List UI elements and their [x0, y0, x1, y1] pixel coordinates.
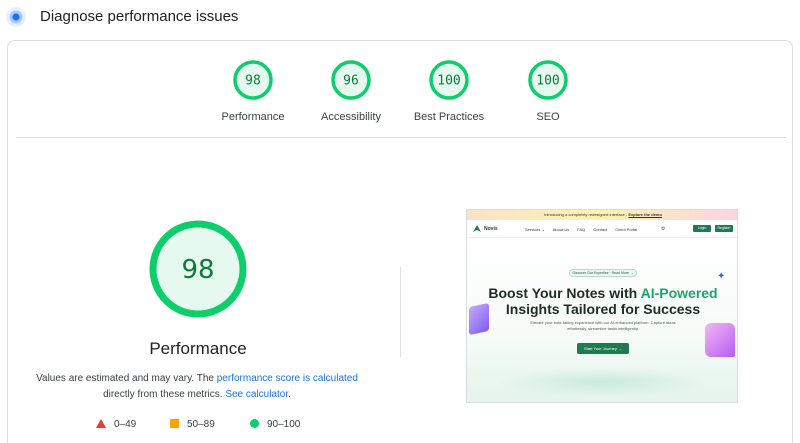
headline-accent: AI-Powered [640, 285, 718, 301]
gauge-score: 96 [343, 74, 359, 89]
gauge-score: 100 [437, 74, 460, 89]
gauge-performance[interactable]: 98 Performance [208, 59, 298, 123]
nav-link: Client Portal [615, 227, 638, 232]
hero-cta-button: Start Your Journey → [577, 343, 629, 354]
sparkle-icon: ✦ [717, 271, 726, 282]
legend-range: 90–100 [267, 419, 301, 430]
gauge-ring: 96 [331, 60, 371, 100]
settings-icon: ⚙ [661, 226, 666, 232]
chat-bubble-shape-icon [705, 323, 735, 357]
site-login-button: Login [693, 225, 711, 232]
site-nav: Novis Services ⌄ About Us FAQ Contact Cl… [467, 220, 737, 238]
header: Diagnose performance issues [0, 0, 800, 36]
note-text: directly from these metrics. [103, 389, 226, 400]
hero-glow [497, 367, 709, 397]
legend-range: 0–49 [114, 419, 137, 430]
note-text: . [288, 389, 291, 400]
hero-subtext: Elevate your note-taking experience with… [530, 320, 676, 331]
metrics-note: Values are estimated and may vary. The p… [32, 371, 362, 403]
average-square-icon [170, 419, 179, 428]
performance-main-score: 98 [181, 255, 214, 285]
gauge-ring: 98 [233, 60, 273, 100]
gauge-seo[interactable]: 100 SEO [503, 59, 593, 123]
performance-score-link[interactable]: performance score is calculated [217, 373, 358, 384]
headline-text: Boost Your Notes with [488, 285, 641, 301]
gauge-label: SEO [536, 111, 560, 123]
gauge-best-practices[interactable]: 100 Best Practices [404, 59, 494, 123]
section-divider [16, 137, 786, 138]
gauge-ring: 100 [528, 60, 568, 100]
nav-link: FAQ [577, 227, 586, 232]
legend-fail: 0–49 [96, 419, 136, 430]
site-register-button: Register [715, 225, 733, 232]
performance-main-gauge: 98 [149, 220, 247, 318]
fail-triangle-icon [96, 419, 106, 428]
logo-icon [473, 225, 481, 232]
category-gauges: 98 Performance 96 Accessibility 100 Best… [8, 41, 794, 137]
site-hero: Discover Our Expertise · Read More → ✦ B… [467, 239, 737, 402]
see-calculator-link[interactable]: See calculator [225, 389, 288, 400]
performance-title: Performance [149, 339, 247, 358]
gauge-accessibility[interactable]: 96 Accessibility [306, 59, 396, 123]
nav-link: About Us [552, 227, 570, 232]
final-screenshot[interactable]: Introducing a completely redesigned inte… [466, 209, 738, 403]
hero-headline: Boost Your Notes with AI-Powered Insight… [467, 285, 737, 317]
page-title: Diagnose performance issues [40, 8, 239, 25]
gauge-score: 100 [536, 74, 559, 89]
pass-circle-icon [250, 419, 259, 428]
gauge-ring: 100 [429, 60, 469, 100]
nav-link: Services ⌄ [525, 227, 545, 232]
note-text: Values are estimated and may vary. The [36, 373, 217, 384]
vertical-divider [400, 267, 401, 357]
hero-pill: Discover Our Expertise · Read More → [569, 269, 637, 277]
site-banner: Introducing a completely redesigned inte… [467, 210, 737, 220]
headline-text: Insights Tailored for Success [505, 301, 701, 317]
site-logo: Novis [484, 226, 498, 232]
site-nav-links: Services ⌄ About Us FAQ Contact Client P… [525, 227, 644, 232]
legend-range: 50–89 [187, 419, 215, 430]
gauge-label: Best Practices [413, 111, 485, 123]
legend-pass: 90–100 [250, 419, 300, 430]
gauge-label: Performance [221, 111, 285, 123]
gauge-score: 98 [245, 74, 261, 89]
nav-link: Contact [593, 227, 608, 232]
report-card: 98 Performance 96 Accessibility 100 Best… [7, 40, 793, 443]
lighthouse-icon [6, 7, 26, 27]
banner-text: Introducing a completely redesigned inte… [544, 212, 629, 217]
legend-average: 50–89 [170, 419, 215, 430]
banner-link: Explore the demo [628, 212, 662, 217]
gauge-label: Accessibility [321, 111, 381, 123]
